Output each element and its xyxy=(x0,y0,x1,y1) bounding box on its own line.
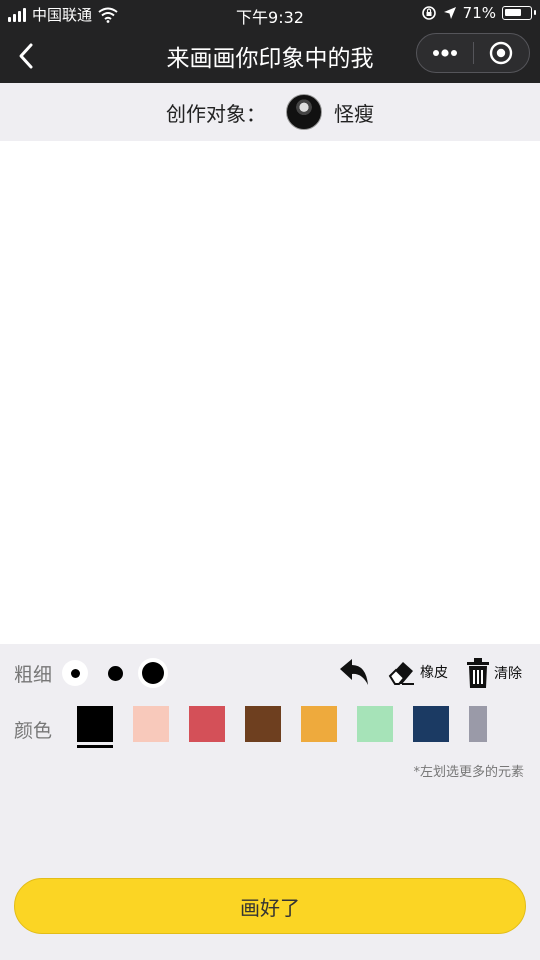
color-swatch[interactable] xyxy=(189,706,225,742)
trash-icon xyxy=(467,658,489,688)
battery-icon xyxy=(502,6,536,20)
done-button-label: 画好了 xyxy=(240,895,300,920)
location-icon xyxy=(443,7,456,19)
drawing-canvas[interactable] xyxy=(0,141,540,644)
capsule-menu xyxy=(416,33,530,73)
swipe-hint: *左划选更多的元素 xyxy=(413,765,524,780)
creation-target: 创作对象： 怪瘦 xyxy=(0,83,540,141)
color-swatch[interactable] xyxy=(357,706,393,742)
thickness-small[interactable] xyxy=(62,660,88,686)
target-circle-icon xyxy=(490,41,513,65)
target-label: 创作对象： xyxy=(166,101,266,126)
eraser-button[interactable]: 橡皮 xyxy=(386,658,448,686)
battery-percent: 71% xyxy=(462,4,496,22)
eraser-label: 橡皮 xyxy=(420,665,448,681)
small-dot-icon xyxy=(70,668,80,678)
undo-arrow-icon xyxy=(340,659,368,685)
more-button[interactable] xyxy=(417,33,473,73)
thickness-label: 粗细 xyxy=(14,664,53,686)
battery-level xyxy=(505,9,521,16)
close-button[interactable] xyxy=(473,33,529,73)
undo-button[interactable] xyxy=(338,657,370,687)
color-palette: 颜色 xyxy=(0,706,540,750)
status-bar: 中国联通 下午9:32 71% xyxy=(0,0,540,28)
brush-toolbar: 粗细 橡皮 清除 xyxy=(0,654,540,692)
status-right: 71% xyxy=(421,4,536,22)
color-swatch[interactable] xyxy=(413,706,449,742)
color-swatch[interactable] xyxy=(133,706,169,742)
thickness-medium[interactable] xyxy=(102,660,128,686)
clear-label: 清除 xyxy=(494,666,522,682)
more-dots-icon xyxy=(432,49,457,57)
avatar xyxy=(286,94,322,130)
color-swatch[interactable] xyxy=(301,706,337,742)
clear-button[interactable]: 清除 xyxy=(466,658,522,688)
rotation-lock-icon xyxy=(421,6,436,20)
eraser-icon xyxy=(388,662,414,685)
done-button[interactable]: 画好了 xyxy=(14,878,526,934)
color-label: 颜色 xyxy=(14,720,53,742)
color-swatch[interactable] xyxy=(469,706,487,742)
color-swatch[interactable] xyxy=(245,706,281,742)
target-name: 怪瘦 xyxy=(334,101,374,126)
thickness-large[interactable] xyxy=(138,658,168,688)
color-swatch[interactable] xyxy=(77,706,113,748)
medium-dot-icon xyxy=(107,665,123,681)
nav-bar: 来画画你印象中的我 xyxy=(0,28,540,83)
large-dot-icon xyxy=(142,662,164,684)
